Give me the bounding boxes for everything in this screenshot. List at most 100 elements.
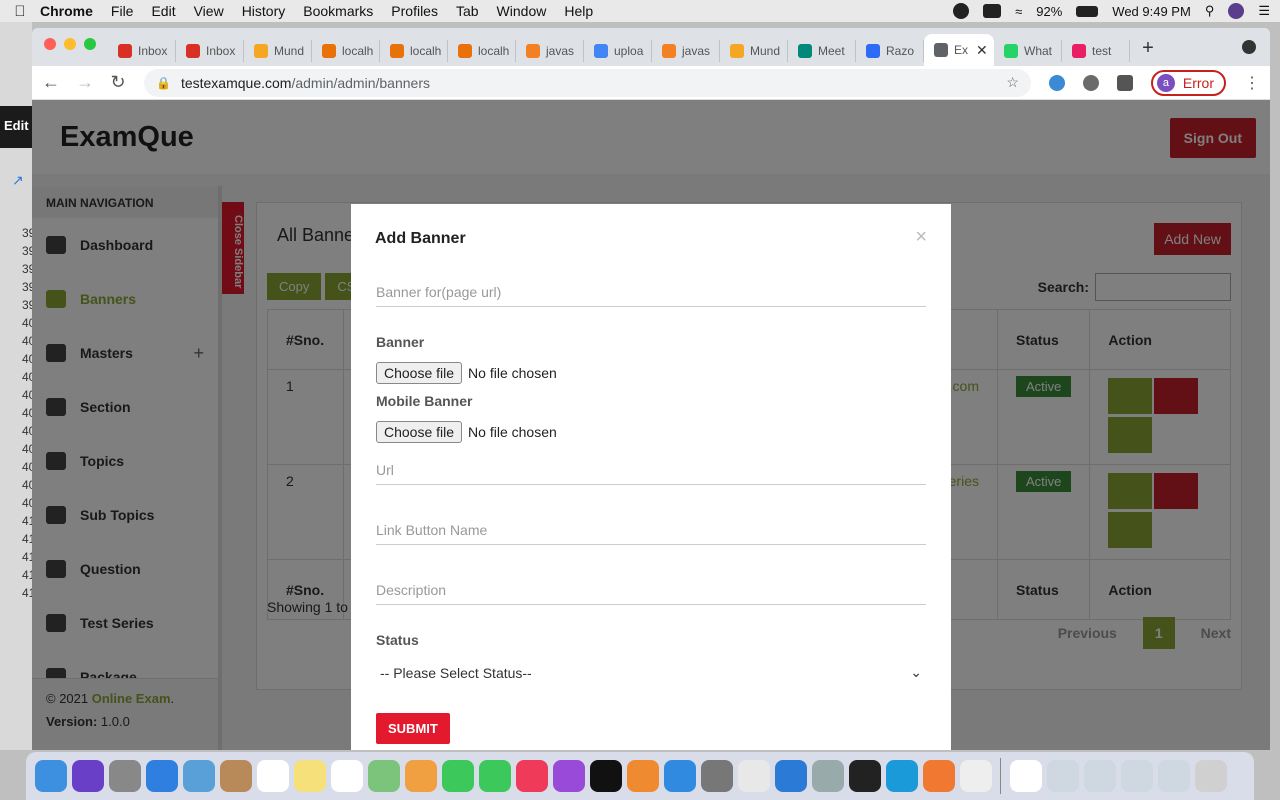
back-icon[interactable]: ←: [42, 72, 60, 93]
status-select[interactable]: -- Please Select Status-- ⌄: [376, 664, 926, 681]
facetime-icon[interactable]: [478, 760, 511, 792]
banner-file-status: No file chosen: [468, 365, 557, 381]
books-icon[interactable]: [626, 760, 659, 792]
file4-icon[interactable]: [1157, 760, 1190, 792]
tab-favicon-icon: [934, 43, 948, 57]
banner-for-input[interactable]: Banner for(page url): [376, 284, 926, 307]
menu-app-name[interactable]: Chrome: [40, 3, 93, 19]
appstore-icon[interactable]: [663, 760, 696, 792]
lock-icon[interactable]: 🔒: [156, 76, 171, 90]
minimize-window-button[interactable]: [64, 38, 76, 50]
file2-icon[interactable]: [1083, 760, 1116, 792]
menu-file[interactable]: File: [111, 3, 134, 19]
menu-view[interactable]: View: [194, 3, 224, 19]
browser-tab[interactable]: Mund: [244, 40, 312, 62]
new-tab-button[interactable]: +: [1130, 37, 1166, 60]
browser-tab[interactable]: Inbox: [176, 40, 244, 62]
terminal-icon[interactable]: [848, 760, 881, 792]
browser-tab[interactable]: javas: [516, 40, 584, 62]
clock[interactable]: Wed 9:49 PM: [1112, 4, 1191, 19]
browser-tab[interactable]: Meet: [788, 40, 856, 62]
safari-icon[interactable]: [145, 760, 178, 792]
notes-icon[interactable]: [293, 760, 326, 792]
close-icon[interactable]: ×: [915, 226, 927, 249]
forward-icon[interactable]: →: [76, 72, 94, 93]
chrome-icon[interactable]: [737, 760, 770, 792]
modal-backdrop[interactable]: Add Banner × Banner for(page url) Banner…: [32, 100, 1270, 750]
browser-tab[interactable]: localh: [448, 40, 516, 62]
browser-tab[interactable]: Ex ✕: [924, 34, 994, 66]
file3-icon[interactable]: [1120, 760, 1153, 792]
contacts-icon[interactable]: [219, 760, 252, 792]
battery-icon[interactable]: [1076, 5, 1099, 17]
menu-bookmarks[interactable]: Bookmarks: [303, 3, 373, 19]
utility-icon[interactable]: [811, 760, 844, 792]
wifi-icon[interactable]: ≈: [1015, 4, 1022, 19]
menu-history[interactable]: History: [242, 3, 286, 19]
vscode-icon[interactable]: [774, 760, 807, 792]
browser-toolbar: ← → ↻ 🔒 testexamque.com /admin/admin/ban…: [32, 66, 1270, 100]
launchpad-icon[interactable]: [108, 760, 141, 792]
siri-icon[interactable]: [71, 760, 104, 792]
extension-globe-icon[interactable]: [1048, 74, 1065, 91]
menu-help[interactable]: Help: [564, 3, 593, 19]
music-icon[interactable]: [515, 760, 548, 792]
tv-icon[interactable]: [589, 760, 622, 792]
chrome-menu-icon[interactable]: ⋮: [1244, 73, 1260, 93]
menu-window[interactable]: Window: [497, 3, 547, 19]
preview-icon[interactable]: [182, 760, 215, 792]
keyboard-icon[interactable]: [983, 4, 1002, 18]
apple-icon[interactable]: : [0, 3, 40, 20]
calendar-icon[interactable]: [256, 760, 289, 792]
browser-tab[interactable]: uploa: [584, 40, 652, 62]
tab-search-icon[interactable]: [1242, 40, 1256, 54]
bookmark-star-icon[interactable]: ☆: [1006, 74, 1019, 91]
maps-icon[interactable]: [367, 760, 400, 792]
file1-icon[interactable]: [1046, 760, 1079, 792]
window-controls: [44, 38, 96, 50]
url-input[interactable]: Url: [376, 462, 926, 485]
browser-tab[interactable]: Mund: [720, 40, 788, 62]
spotlight-icon[interactable]: ⚲: [1205, 3, 1215, 19]
user-icon[interactable]: [1228, 3, 1245, 19]
menu-edit[interactable]: Edit: [151, 3, 175, 19]
finder-icon[interactable]: [34, 760, 67, 792]
browser-tab[interactable]: Inbox: [108, 40, 176, 62]
tab-title: javas: [546, 44, 575, 58]
browser-tab[interactable]: javas: [652, 40, 720, 62]
skype-icon[interactable]: [885, 760, 918, 792]
menu-tab[interactable]: Tab: [456, 3, 479, 19]
address-bar[interactable]: 🔒 testexamque.com /admin/admin/banners ☆: [144, 68, 1031, 97]
check-icon[interactable]: [953, 3, 970, 19]
close-window-button[interactable]: [44, 38, 56, 50]
browser-tab[interactable]: localh: [380, 40, 448, 62]
banner-choose-file-button[interactable]: Choose file: [376, 362, 463, 384]
reload-icon[interactable]: ↻: [110, 72, 126, 93]
trash-icon[interactable]: [1194, 760, 1227, 792]
menu-profiles[interactable]: Profiles: [391, 3, 438, 19]
maximize-window-button[interactable]: [84, 38, 96, 50]
browser-tab[interactable]: What: [994, 40, 1062, 62]
textedit-icon[interactable]: [959, 760, 992, 792]
submit-button[interactable]: SUBMIT: [376, 713, 450, 744]
system-preferences-icon[interactable]: [700, 760, 733, 792]
control-center-icon[interactable]: ☰: [1258, 3, 1270, 19]
document-icon[interactable]: [1009, 760, 1042, 792]
mobile-banner-choose-file-button[interactable]: Choose file: [376, 421, 463, 443]
link-button-name-input[interactable]: Link Button Name: [376, 522, 926, 545]
extensions-puzzle-icon[interactable]: [1116, 74, 1133, 91]
reminders-icon[interactable]: [330, 760, 363, 792]
external-link-icon[interactable]: ↗: [12, 172, 24, 189]
tab-close-icon[interactable]: ✕: [976, 42, 988, 59]
browser-tab[interactable]: localh: [312, 40, 380, 62]
podcasts-icon[interactable]: [552, 760, 585, 792]
browser-tab[interactable]: Razo: [856, 40, 924, 62]
description-input[interactable]: Description: [376, 582, 926, 605]
messages-icon[interactable]: [441, 760, 474, 792]
photos-icon[interactable]: [404, 760, 437, 792]
status-select-value: -- Please Select Status--: [380, 664, 532, 681]
profile-button[interactable]: a Error: [1150, 69, 1226, 96]
firefox-icon[interactable]: [922, 760, 955, 792]
browser-tab[interactable]: test: [1062, 40, 1130, 62]
extension-circle-icon[interactable]: [1082, 74, 1099, 91]
